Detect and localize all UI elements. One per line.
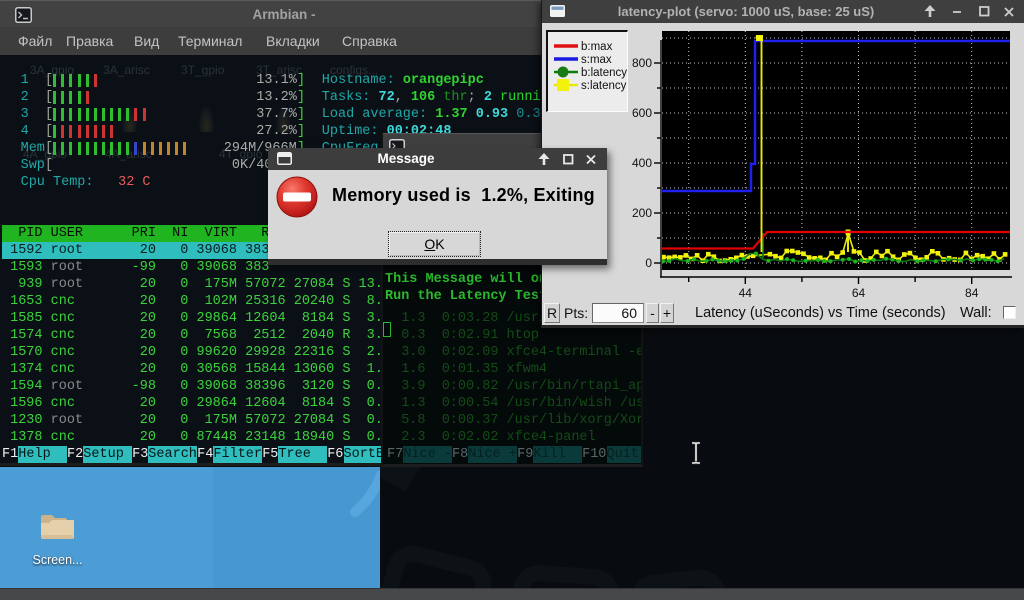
svg-text:800: 800	[632, 56, 652, 70]
svg-text:s:latency: s:latency	[581, 80, 627, 92]
svg-text:b:max: b:max	[581, 41, 613, 53]
svg-text:84: 84	[965, 286, 979, 300]
svg-text:0: 0	[645, 256, 652, 270]
svg-text:200: 200	[632, 206, 652, 220]
svg-text:400: 400	[632, 156, 652, 170]
svg-text:600: 600	[632, 106, 652, 120]
svg-text:64: 64	[852, 286, 866, 300]
svg-text:s:max: s:max	[581, 54, 612, 66]
svg-text:44: 44	[739, 286, 753, 300]
svg-text:b:latency: b:latency	[581, 67, 627, 79]
